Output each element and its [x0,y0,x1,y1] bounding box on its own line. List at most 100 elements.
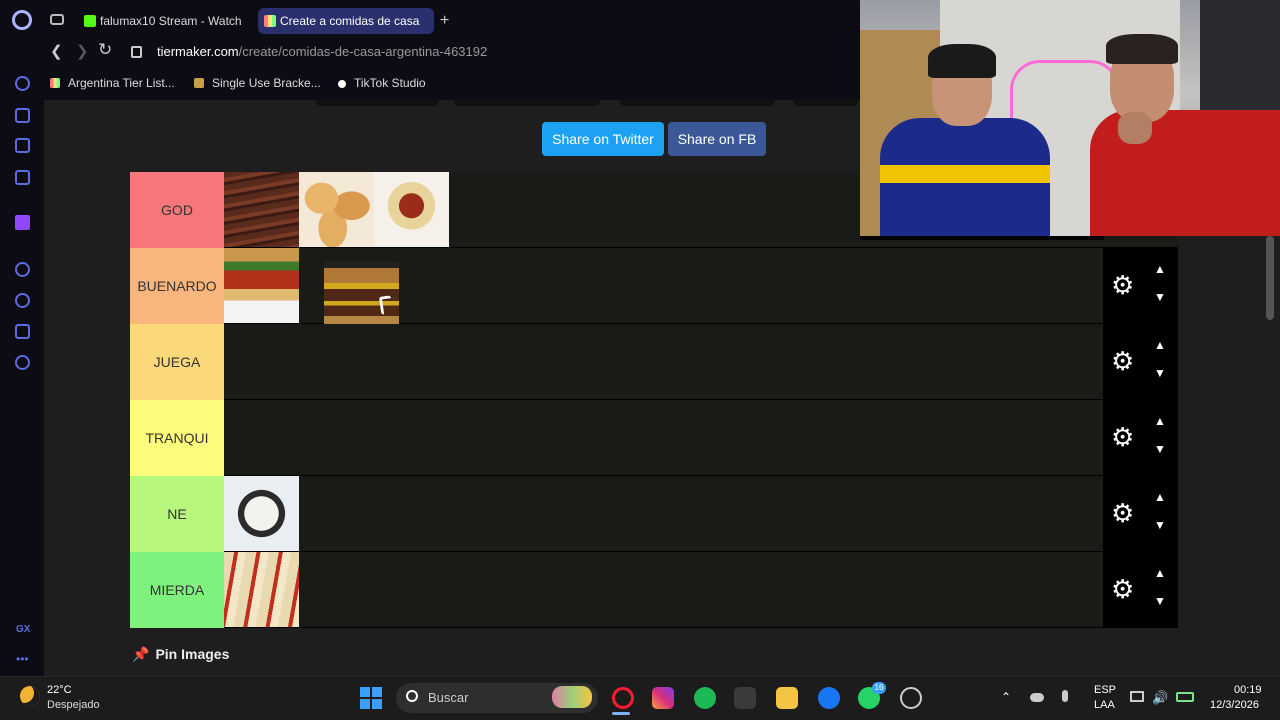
tier-label[interactable]: BUENARDO [130,248,224,324]
gx-control-icon[interactable]: GX [16,624,30,635]
weather-moon-icon[interactable] [20,686,40,706]
chevron-up-icon[interactable]: ▲ [1150,490,1170,504]
toolbar-stub [454,100,600,106]
bookmark-argentina-tier-list[interactable]: Argentina Tier List... [50,76,175,90]
pin-images-toggle[interactable]: 📌 Pin Images [132,646,229,663]
back-button[interactable]: ❮ [50,42,63,60]
chevron-down-icon[interactable]: ▼ [1150,518,1170,532]
file-explorer-icon[interactable] [776,687,798,709]
chevron-down-icon[interactable]: ▼ [1150,366,1170,380]
tray-chevron-up-icon[interactable]: ⌃ [1001,690,1011,704]
tier-label[interactable]: JUEGA [130,324,224,400]
aria-icon[interactable] [15,108,30,123]
clock-date[interactable]: 12/3/2026 [1210,699,1259,711]
forward-button[interactable]: ❯ [76,42,89,60]
food-image-arroz[interactable] [224,476,299,551]
tier-label[interactable]: NE [130,476,224,552]
opera-sidebar [0,66,44,676]
tiermaker-icon [50,78,60,88]
url-field[interactable]: tiermaker.com/create/comidas-de-casa-arg… [157,44,487,59]
sidebar-more-icon[interactable]: ••• [16,652,29,666]
bookmark-label: Argentina Tier List... [68,76,175,90]
chevron-up-icon[interactable]: ▲ [1150,566,1170,580]
language-indicator[interactable]: ESP [1094,684,1116,696]
share-fb-button[interactable]: Share on FB [668,122,766,156]
bookmark-single-use-bracket[interactable]: Single Use Bracke... [194,76,321,90]
food-image-asado[interactable] [224,172,299,247]
streamer-right-hair [1106,34,1178,64]
hand-cursor-icon [378,295,394,315]
weather-temperature[interactable]: 22°C [47,684,72,696]
tier-list: GOD BUENARDO ⚙ ▲ ▼ JUEGA ⚙ ▲ ▼ TRANQUI ⚙ ▲ ▼ NE ⚙ ▲ ▼ MIE… [130,172,1178,628]
game-icon[interactable] [734,687,756,709]
gear-icon[interactable]: ⚙ [1111,272,1134,298]
toolbar-stub [794,100,858,106]
twitch-icon[interactable] [15,215,30,230]
spotify-icon[interactable] [694,687,716,709]
food-image-empanadas[interactable] [299,172,374,247]
instagram-icon[interactable] [652,687,674,709]
food-image-choripan[interactable] [224,248,299,323]
tier-label[interactable]: TRANQUI [130,400,224,476]
tier-row: JUEGA ⚙ ▲ ▼ [130,324,1178,400]
chevron-down-icon[interactable]: ▼ [1150,442,1170,456]
share-twitter-button[interactable]: Share on Twitter [542,122,664,156]
reload-button[interactable]: ↻ [98,40,112,60]
streamer-left-shirt [880,118,1050,236]
bookmark-label: Single Use Bracke... [212,76,321,90]
opera-logo-icon[interactable] [12,10,32,30]
messenger-icon[interactable] [15,170,30,185]
neon-light [1010,60,1120,120]
volume-icon[interactable]: 🔊 [1152,690,1168,706]
food-image-spaghetti[interactable] [374,172,449,247]
url-path: /create/comidas-de-casa-argentina-463192 [238,44,488,59]
network-icon[interactable] [1130,691,1144,702]
windows-start-icon[interactable] [360,687,382,709]
weather-condition[interactable]: Despejado [47,699,100,711]
bookmark-tiktok-studio[interactable]: TikTok Studio [338,76,426,90]
pin-images-label: Pin Images [155,646,230,662]
mods-icon[interactable] [15,138,30,153]
chevron-up-icon[interactable]: ▲ [1150,262,1170,276]
tab-tiermaker[interactable]: Create a comidas de casa [258,8,434,34]
extensions-icon[interactable] [15,324,30,339]
chevron-down-icon[interactable]: ▼ [1150,290,1170,304]
tiermaker-icon [264,15,276,27]
food-image-canelones[interactable] [224,552,299,627]
tier-label[interactable]: GOD [130,172,224,248]
battery-icon[interactable] [1176,692,1194,702]
gear-icon[interactable]: ⚙ [1111,576,1134,602]
page-scrollbar[interactable] [1266,236,1274,320]
gear-icon[interactable]: ⚙ [1111,500,1134,526]
obs-icon[interactable] [900,687,922,709]
kick-icon [84,15,96,27]
streamer-right-hand [1118,112,1152,144]
history-icon[interactable] [15,293,30,308]
keyboard-layout[interactable]: LAA [1094,699,1115,711]
bookmark-label: TikTok Studio [354,76,426,90]
onedrive-icon[interactable] [1030,693,1044,702]
player-icon[interactable] [15,262,30,277]
gear-icon[interactable]: ⚙ [1111,424,1134,450]
tier-row: BUENARDO ⚙ ▲ ▼ [130,248,1178,337]
new-tab-button[interactable]: + [440,12,449,30]
speed-dial-icon[interactable] [15,76,30,91]
streamer-left-hair [928,44,996,78]
workspaces-icon[interactable] [50,14,64,25]
tier-label[interactable]: MIERDA [130,552,224,628]
tier-controls: ⚙ ▲ ▼ [1103,400,1178,476]
facebook-icon[interactable] [818,687,840,709]
settings-icon[interactable] [15,355,30,370]
tab-falumax-stream[interactable]: falumax10 Stream - Watch [78,8,250,34]
opera-gx-taskbar-icon[interactable] [612,687,634,709]
gear-icon[interactable]: ⚙ [1111,348,1134,374]
search-placeholder[interactable]: Buscar [428,690,468,705]
tier-row: TRANQUI ⚙ ▲ ▼ [130,400,1178,476]
chevron-down-icon[interactable]: ▼ [1150,594,1170,608]
clock-time[interactable]: 00:19 [1234,684,1262,696]
active-app-indicator [612,712,630,715]
microphone-icon[interactable] [1062,690,1068,702]
chevron-up-icon[interactable]: ▲ [1150,414,1170,428]
lock-icon[interactable] [131,46,142,58]
chevron-up-icon[interactable]: ▲ [1150,338,1170,352]
